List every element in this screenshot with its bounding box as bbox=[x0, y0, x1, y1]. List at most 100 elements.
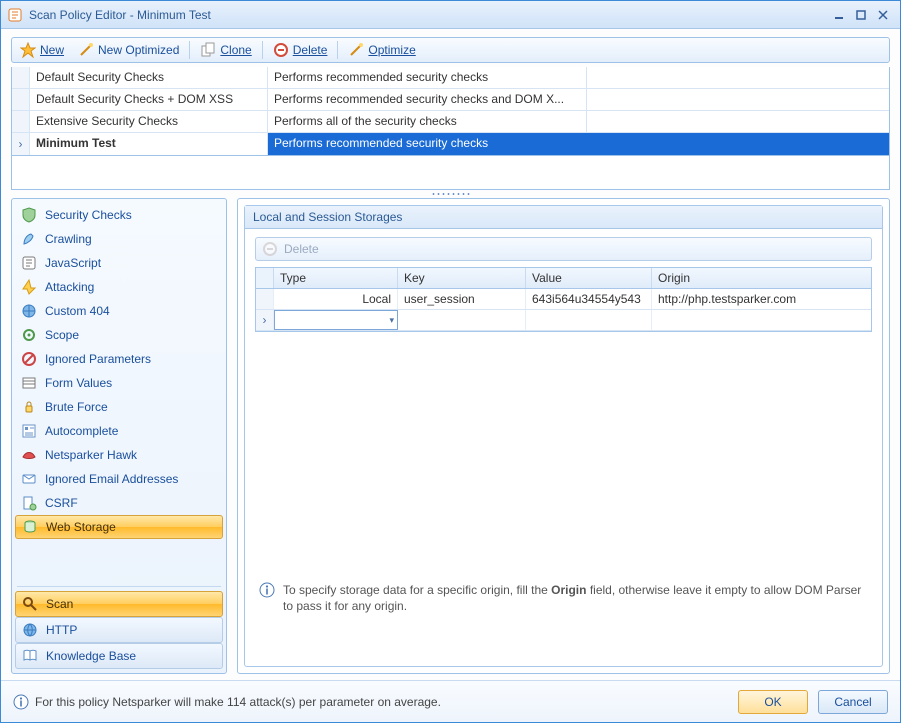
policy-grid[interactable]: Default Security ChecksPerforms recommen… bbox=[11, 67, 890, 156]
sidebar-item-attacking[interactable]: Attacking bbox=[15, 275, 223, 299]
type-dropdown[interactable]: ▾ bbox=[274, 310, 398, 330]
row-indicator-icon: › bbox=[256, 310, 274, 330]
storage-new-row[interactable]: › ▾ bbox=[256, 310, 871, 331]
sidebar-item-icon bbox=[21, 375, 37, 391]
cell-key[interactable]: user_session bbox=[398, 289, 526, 309]
optimize-button[interactable]: Optimize bbox=[344, 40, 419, 60]
sidebar-item-scope[interactable]: Scope bbox=[15, 323, 223, 347]
cancel-button[interactable]: Cancel bbox=[818, 690, 888, 714]
cell-origin[interactable]: http://php.testsparker.com bbox=[652, 289, 871, 309]
delete-button[interactable]: Delete bbox=[269, 40, 332, 60]
policy-name: Extensive Security Checks bbox=[30, 111, 268, 132]
minimize-button[interactable] bbox=[828, 6, 850, 24]
policy-row[interactable]: Default Security Checks + DOM XSSPerform… bbox=[12, 89, 889, 111]
sidebar-item-label: Ignored Email Addresses bbox=[45, 472, 178, 486]
new-button[interactable]: New bbox=[16, 40, 68, 60]
close-button[interactable] bbox=[872, 6, 894, 24]
status-text: For this policy Netsparker will make 114… bbox=[35, 695, 441, 709]
storage-row[interactable]: Localuser_session643i564u34554y543http:/… bbox=[256, 289, 871, 310]
category-scan[interactable]: Scan bbox=[15, 591, 223, 617]
sidebar-item-ignored-parameters[interactable]: Ignored Parameters bbox=[15, 347, 223, 371]
group-header: Local and Session Storages bbox=[245, 206, 882, 229]
settings-panel: Local and Session Storages Delete Type K… bbox=[237, 198, 890, 674]
sidebar-item-brute-force[interactable]: Brute Force bbox=[15, 395, 223, 419]
storage-toolbar: Delete bbox=[255, 237, 872, 261]
chevron-down-icon: ▾ bbox=[389, 315, 394, 326]
sidebar-item-icon bbox=[21, 351, 37, 367]
storage-group: Local and Session Storages Delete Type K… bbox=[244, 205, 883, 667]
col-key[interactable]: Key bbox=[398, 268, 526, 288]
client-area: New New Optimized Clone Delete Optimize bbox=[1, 29, 900, 722]
category-knowledge-base[interactable]: Knowledge Base bbox=[15, 643, 223, 669]
ok-button[interactable]: OK bbox=[738, 690, 808, 714]
sidebar-item-crawling[interactable]: Crawling bbox=[15, 227, 223, 251]
sidebar-item-web-storage[interactable]: Web Storage bbox=[15, 515, 223, 539]
policy-name: Default Security Checks bbox=[30, 67, 268, 88]
toolbar-separator bbox=[337, 41, 338, 59]
sidebar-item-ignored-email-addresses[interactable]: Ignored Email Addresses bbox=[15, 467, 223, 491]
policy-name: Default Security Checks + DOM XSS bbox=[30, 89, 268, 110]
storage-delete-button[interactable]: Delete bbox=[284, 242, 319, 256]
sidebar-item-csrf[interactable]: CSRF bbox=[15, 491, 223, 515]
col-origin[interactable]: Origin bbox=[652, 268, 871, 288]
storage-grid-header: Type Key Value Origin bbox=[256, 268, 871, 289]
sidebar-item-label: Brute Force bbox=[45, 400, 108, 414]
storage-grid[interactable]: Type Key Value Origin Localuser_session6… bbox=[255, 267, 872, 332]
info-icon bbox=[13, 694, 29, 710]
col-type[interactable]: Type bbox=[274, 268, 398, 288]
row-indicator-icon bbox=[12, 111, 30, 132]
col-value[interactable]: Value bbox=[526, 268, 652, 288]
policy-description: Performs recommended security checks bbox=[268, 67, 587, 88]
sidebar-item-netsparker-hawk[interactable]: Netsparker Hawk bbox=[15, 443, 223, 467]
category-http[interactable]: HTTP bbox=[15, 617, 223, 643]
cell-value[interactable]: 643i564u34554y543 bbox=[526, 289, 652, 309]
row-indicator-icon: › bbox=[12, 133, 30, 155]
sidebar-item-label: Crawling bbox=[45, 232, 92, 246]
app-icon bbox=[7, 7, 23, 23]
policy-name: Minimum Test bbox=[30, 133, 268, 155]
sidebar-item-label: Web Storage bbox=[46, 520, 116, 534]
policy-row[interactable]: Extensive Security ChecksPerforms all of… bbox=[12, 111, 889, 133]
sidebar-item-icon bbox=[21, 399, 37, 415]
hint-text: To specify storage data for a specific o… bbox=[255, 572, 872, 616]
clone-button[interactable]: Clone bbox=[196, 40, 255, 60]
wand-icon bbox=[78, 42, 94, 58]
sidebar-item-label: JavaScript bbox=[45, 256, 101, 270]
sidebar-item-icon bbox=[21, 279, 37, 295]
sidebar-item-icon bbox=[21, 255, 37, 271]
maximize-button[interactable] bbox=[850, 6, 872, 24]
clone-icon bbox=[200, 42, 216, 58]
delete-icon bbox=[262, 241, 278, 257]
sidebar-item-icon bbox=[21, 231, 37, 247]
sidebar-item-label: Custom 404 bbox=[45, 304, 110, 318]
sidebar-divider bbox=[17, 586, 221, 587]
toolbar-separator bbox=[189, 41, 190, 59]
splitter[interactable] bbox=[11, 190, 890, 198]
policy-row[interactable]: Default Security ChecksPerforms recommen… bbox=[12, 67, 889, 89]
row-indicator-icon bbox=[12, 67, 30, 88]
sidebar-item-autocomplete[interactable]: Autocomplete bbox=[15, 419, 223, 443]
policy-description: Performs recommended security checks bbox=[268, 133, 587, 155]
new-optimized-button[interactable]: New Optimized bbox=[74, 40, 183, 60]
toolbar: New New Optimized Clone Delete Optimize bbox=[11, 37, 890, 63]
sidebar-item-label: Form Values bbox=[45, 376, 112, 390]
sidebar-item-security-checks[interactable]: Security Checks bbox=[15, 203, 223, 227]
sidebar-item-javascript[interactable]: JavaScript bbox=[15, 251, 223, 275]
sidebar-item-label: Ignored Parameters bbox=[45, 352, 151, 366]
sidebar-item-icon bbox=[21, 423, 37, 439]
row-indicator-icon bbox=[12, 89, 30, 110]
policy-grid-blank bbox=[11, 156, 890, 190]
policy-row[interactable]: ›Minimum TestPerforms recommended securi… bbox=[12, 133, 889, 155]
globe-icon bbox=[22, 622, 38, 638]
footer: For this policy Netsparker will make 114… bbox=[1, 680, 900, 722]
cell-type[interactable]: Local bbox=[274, 289, 398, 309]
policy-description: Performs recommended security checks and… bbox=[268, 89, 587, 110]
sidebar-item-icon bbox=[21, 327, 37, 343]
sidebar-item-label: CSRF bbox=[45, 496, 78, 510]
sidebar-item-form-values[interactable]: Form Values bbox=[15, 371, 223, 395]
wand-icon bbox=[348, 42, 364, 58]
sidebar-item-custom-404[interactable]: Custom 404 bbox=[15, 299, 223, 323]
main-area: Security Checks Crawling JavaScript Attacki… bbox=[11, 198, 890, 674]
star-new-icon bbox=[20, 42, 36, 58]
sidebar: Security Checks Crawling JavaScript Attacki… bbox=[11, 198, 227, 674]
